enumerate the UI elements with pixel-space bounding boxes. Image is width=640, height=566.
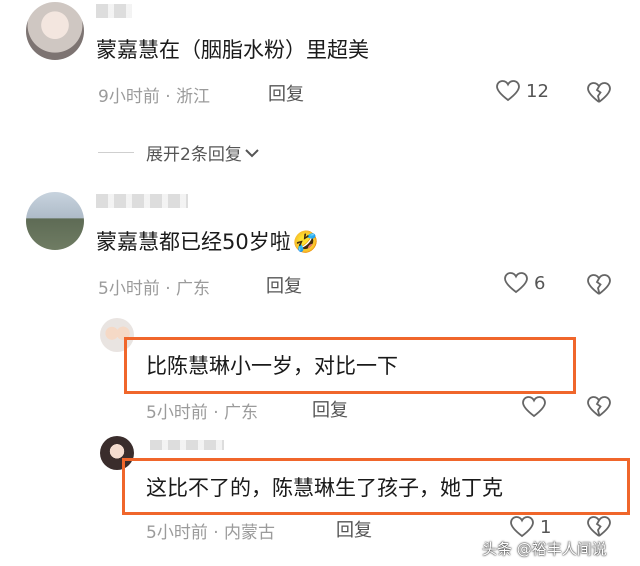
heart-icon [504,272,528,294]
dislike-icon[interactable] [587,396,611,418]
reply-button[interactable]: 回复 [268,80,304,106]
avatar[interactable] [26,2,84,60]
expand-replies-label: 展开2条回复 [146,145,242,165]
heart-icon [510,516,534,538]
dislike-icon[interactable] [587,82,611,104]
comment-text: 蒙嘉慧都已经50岁啦🤣 [96,228,319,256]
like-button[interactable]: 6 [504,272,545,294]
like-count: 1 [540,516,552,538]
reply-meta: 5小时前 · 广东 [146,403,259,423]
comment-meta: 5小时前 · 广东 [98,279,211,299]
chevron-down-icon [244,147,260,159]
dislike-icon[interactable] [587,274,611,296]
reply-meta: 5小时前 · 内蒙古 [146,523,276,543]
username[interactable] [96,4,132,18]
heart-icon[interactable] [522,396,546,418]
username[interactable] [150,440,224,450]
watermark: 头条 @裕丰人间说 [482,540,607,558]
laughing-emoji-icon: 🤣 [292,230,319,254]
reply-button[interactable]: 回复 [312,396,348,422]
username[interactable] [96,194,188,208]
comment-text: 蒙嘉慧在（胭脂水粉）里超美 [96,38,369,62]
like-count: 6 [534,272,546,294]
expand-replies-button[interactable]: 展开2条回复 [98,140,260,165]
heart-icon [496,80,520,102]
dislike-icon[interactable] [587,516,611,538]
reply-text: 比陈慧琳小一岁，对比一下 [146,354,398,378]
like-button[interactable]: 12 [496,80,549,102]
divider [98,152,134,153]
comment-meta: 9小时前 · 浙江 [98,87,211,107]
like-count: 12 [526,80,549,102]
comment-text-body: 蒙嘉慧都已经50岁啦 [96,230,291,254]
avatar[interactable] [26,192,84,250]
reply-button[interactable]: 回复 [336,516,372,542]
like-button[interactable]: 1 [510,516,551,538]
reply-button[interactable]: 回复 [266,272,302,298]
reply-text: 这比不了的，陈慧琳生了孩子，她丁克 [146,476,503,500]
